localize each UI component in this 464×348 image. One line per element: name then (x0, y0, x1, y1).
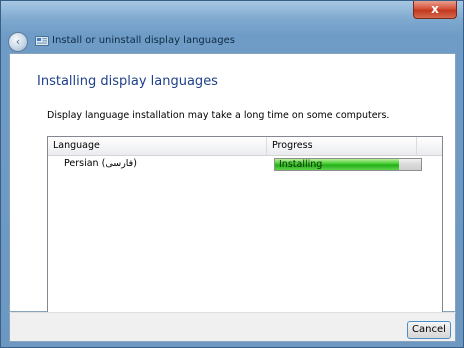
column-header-language[interactable]: Language (48, 137, 267, 155)
close-icon: x (431, 2, 439, 16)
cancel-button[interactable]: Cancel (407, 321, 451, 339)
language-icon (35, 36, 49, 46)
column-header-progress[interactable]: Progress (267, 137, 417, 155)
content-panel: Installing display languages Display lan… (9, 53, 456, 322)
page-title: Installing display languages (37, 74, 218, 89)
language-name: Persian (فارسی) (64, 158, 137, 169)
column-header-filler (417, 137, 442, 155)
button-bar: Cancel (9, 312, 456, 342)
install-progress-bar: Installing (274, 158, 422, 171)
back-arrow-icon: ‹ (15, 35, 21, 48)
titlebar[interactable]: x ‹ Install or uninstall display languag… (1, 1, 463, 52)
close-button[interactable]: x (413, 1, 457, 19)
info-text: Display language installation may take a… (47, 110, 390, 121)
dialog-window: x ‹ Install or uninstall display languag… (0, 0, 464, 348)
language-list[interactable]: Language Progress Persian (فارسی) Instal… (47, 136, 443, 322)
list-header: Language Progress (48, 137, 442, 156)
progress-status: Installing (279, 159, 323, 170)
window-title: Install or uninstall display languages (52, 35, 235, 46)
back-button[interactable]: ‹ (8, 32, 28, 52)
list-item[interactable]: Persian (فارسی) Installing (48, 156, 442, 173)
